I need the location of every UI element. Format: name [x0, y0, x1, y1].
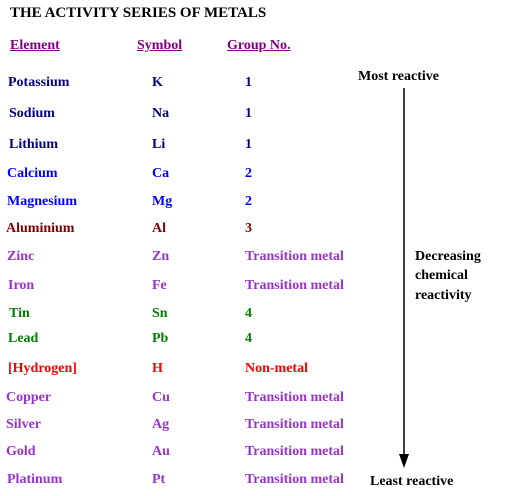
group-number: 2	[245, 166, 252, 181]
group-number: 4	[245, 331, 252, 346]
label-decreasing: Decreasing	[415, 249, 481, 264]
element-name: Platinum	[7, 472, 63, 487]
element-name: [Hydrogen]	[8, 361, 77, 376]
element-name: Zinc	[7, 249, 35, 264]
element-name: Tin	[9, 306, 30, 321]
element-name: Silver	[6, 417, 41, 432]
element-name: Lead	[8, 331, 39, 346]
element-symbol: Ag	[152, 417, 170, 432]
element-symbol: Mg	[152, 194, 173, 209]
element-name: Copper	[6, 390, 52, 405]
element-symbol: Cu	[152, 390, 170, 405]
group-number: 4	[245, 306, 252, 321]
element-name: Magnesium	[7, 194, 77, 209]
element-symbol: Ca	[152, 166, 170, 181]
element-symbol: Al	[152, 221, 166, 236]
element-name: Gold	[6, 444, 36, 459]
group-number: Non-metal	[245, 361, 308, 376]
group-number: 2	[245, 194, 252, 209]
header-element: Element	[10, 38, 60, 53]
group-number: Transition metal	[245, 417, 344, 432]
label-chemical: chemical	[415, 268, 468, 283]
group-number: 1	[245, 106, 252, 121]
group-number: 1	[245, 137, 252, 152]
group-number: Transition metal	[245, 444, 344, 459]
element-symbol: Li	[152, 137, 166, 152]
group-number: 1	[245, 75, 252, 90]
element-symbol: Na	[152, 106, 170, 121]
element-symbol: Pb	[152, 331, 169, 346]
element-name: Aluminium	[6, 221, 75, 236]
header-symbol: Symbol	[137, 38, 183, 53]
element-symbol: Pt	[152, 472, 166, 487]
element-symbol: H	[152, 361, 163, 376]
element-symbol: Fe	[152, 278, 167, 293]
element-symbol: K	[152, 75, 163, 90]
down-arrow-icon	[399, 88, 409, 468]
element-name: Potassium	[8, 75, 70, 90]
label-reactivity: reactivity	[415, 288, 472, 303]
element-name: Iron	[8, 278, 35, 293]
group-number: 3	[245, 221, 252, 236]
element-name: Calcium	[7, 166, 58, 181]
group-number: Transition metal	[245, 249, 344, 264]
page-title: THE ACTIVITY SERIES OF METALS	[10, 5, 267, 21]
label-least-reactive: Least reactive	[370, 474, 454, 489]
element-name: Lithium	[9, 137, 59, 152]
group-number: Transition metal	[245, 390, 344, 405]
group-number: Transition metal	[245, 472, 344, 487]
label-most-reactive: Most reactive	[358, 69, 439, 84]
element-name: Sodium	[9, 106, 55, 121]
element-symbol: Sn	[152, 306, 168, 321]
group-number: Transition metal	[245, 278, 344, 293]
element-symbol: Au	[152, 444, 170, 459]
element-symbol: Zn	[152, 249, 170, 264]
header-group: Group No.	[227, 38, 291, 53]
